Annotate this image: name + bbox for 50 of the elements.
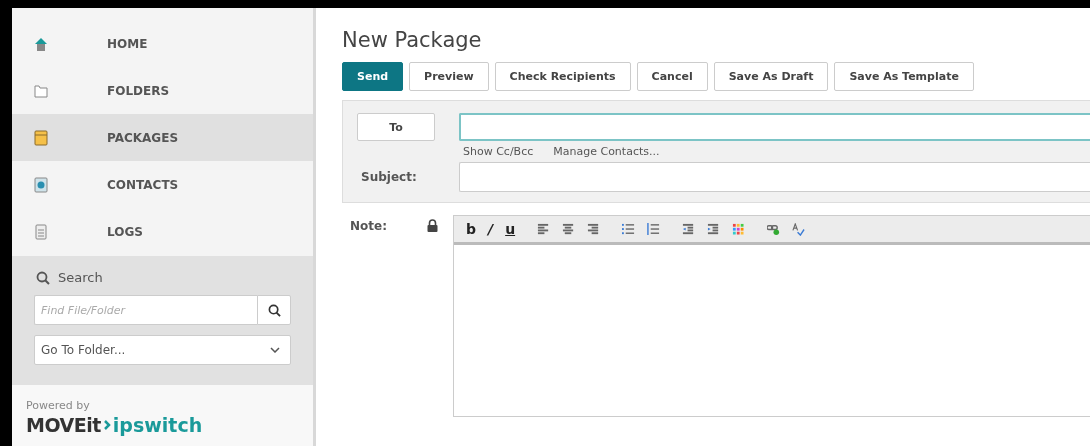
folder-icon — [34, 82, 48, 99]
nav-item[interactable]: LOGS — [12, 208, 313, 255]
page-title: New Package — [342, 28, 483, 52]
note-label: Note: — [349, 218, 388, 235]
link-icon[interactable] — [767, 222, 781, 236]
search-icon — [267, 303, 281, 317]
search-heading: Search — [58, 270, 103, 285]
underline-button[interactable]: u — [505, 221, 516, 237]
link[interactable]: Show Cc/Bcc — [463, 145, 534, 158]
subject-field[interactable] — [459, 162, 1090, 192]
company-logo: ipswitch — [112, 414, 203, 436]
folder-dropdown[interactable]: Go To Folder... — [34, 335, 291, 365]
outdent-icon[interactable] — [682, 222, 696, 236]
bullet-list-icon[interactable] — [622, 222, 636, 236]
action-button[interactable]: Preview — [409, 62, 489, 91]
home-icon — [34, 35, 48, 52]
chevron-down-icon — [270, 347, 280, 353]
lock-icon — [427, 219, 438, 232]
search-icon — [36, 270, 50, 285]
document-icon — [34, 223, 48, 240]
indent-icon[interactable] — [707, 222, 721, 236]
subject-label: Subject: — [360, 170, 418, 184]
search-button[interactable] — [257, 295, 291, 325]
contacts-icon — [34, 176, 48, 193]
nav-item[interactable]: FOLDERS — [12, 67, 313, 114]
action-button[interactable]: Check Recipients — [494, 62, 631, 91]
link[interactable]: Manage Contacts... — [553, 145, 660, 158]
search-field[interactable]: Find File/Folder — [34, 295, 257, 325]
numbered-list-icon[interactable] — [647, 222, 661, 236]
package-icon — [34, 129, 48, 146]
italic-button[interactable]: / — [488, 221, 494, 237]
align-right-icon[interactable] — [587, 222, 601, 236]
color-grid-icon[interactable] — [732, 222, 746, 236]
nav-item[interactable]: HOME — [12, 20, 313, 67]
chevron-icon — [102, 419, 111, 431]
action-button[interactable]: Save As Template — [834, 62, 974, 91]
action-button[interactable]: Send — [342, 62, 404, 91]
nav-item[interactable]: CONTACTS — [12, 161, 313, 208]
action-button[interactable]: Save As Draft — [713, 62, 829, 91]
note-editor[interactable]: b / u — [453, 215, 1090, 417]
to-button[interactable]: To — [357, 113, 435, 141]
powered-by-text: Powered by — [26, 399, 91, 412]
nav-item[interactable]: PACKAGES — [12, 114, 313, 161]
align-left-icon[interactable] — [537, 222, 551, 236]
recipients-field[interactable] — [459, 113, 1090, 141]
bold-button[interactable]: b — [466, 221, 477, 237]
align-center-icon[interactable] — [562, 222, 576, 236]
action-button[interactable]: Cancel — [636, 62, 708, 91]
spell-check-icon[interactable] — [792, 222, 806, 236]
product-logo: MOVEit — [26, 414, 101, 436]
